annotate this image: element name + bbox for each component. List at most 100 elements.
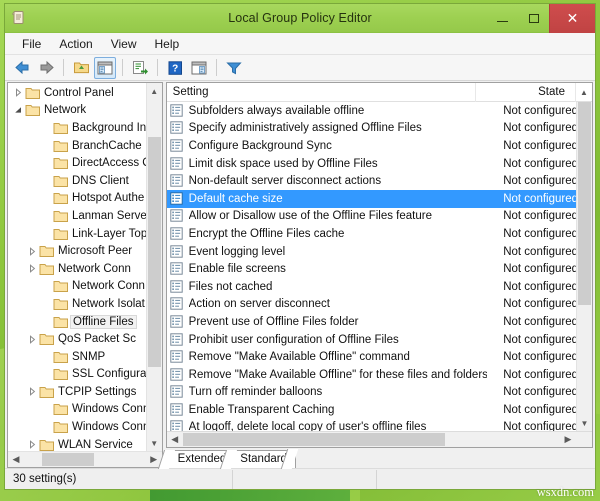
table-row[interactable]: Prohibit user configuration of Offline F… — [167, 331, 592, 349]
tree-node-network-conn[interactable]: Network Conn — [8, 278, 162, 296]
tree-node-microsoft-peer[interactable]: Microsoft Peer — [8, 242, 162, 260]
chevron-right-icon[interactable] — [26, 245, 39, 258]
settings-vertical-scrollbar[interactable]: ▼ — [576, 102, 592, 431]
table-row[interactable]: Event logging level Not configured — [167, 243, 592, 261]
export-list-button[interactable] — [129, 57, 151, 79]
filter-button[interactable] — [223, 57, 245, 79]
settings-hscroll-thumb[interactable] — [182, 433, 445, 446]
table-row[interactable]: Remove "Make Available Offline" command N… — [167, 348, 592, 366]
tree-scroll-left-arrow[interactable]: ◀ — [8, 452, 24, 467]
tree-node-network-conn[interactable]: Network Conn — [8, 260, 162, 278]
tree-expander-spacer — [40, 315, 53, 328]
chevron-right-icon[interactable] — [12, 86, 25, 99]
table-row[interactable]: Configure Background Sync Not configured — [167, 137, 592, 155]
policy-setting-icon — [169, 156, 184, 171]
policy-setting-icon — [169, 262, 184, 276]
table-row[interactable]: Enable file screens Not configured — [167, 260, 592, 278]
setting-name: Prohibit user configuration of Offline F… — [188, 333, 399, 346]
table-row[interactable]: Allow or Disallow use of the Offline Fil… — [167, 208, 592, 226]
table-row[interactable]: Enable Transparent Caching Not configured — [167, 401, 592, 419]
tree-node-directaccess-c[interactable]: DirectAccess C — [8, 154, 162, 172]
show-hide-console-tree-button[interactable] — [94, 56, 116, 79]
tree-node-dns-client[interactable]: DNS Client — [8, 172, 162, 190]
tree-node-control-panel[interactable]: Control Panel — [8, 84, 162, 102]
column-header-state[interactable]: State — [476, 82, 576, 102]
folder-icon — [39, 385, 55, 399]
table-row[interactable]: Specify administratively assigned Offlin… — [167, 120, 592, 138]
tree-node-qos-packet-sc[interactable]: QoS Packet Sc — [8, 330, 162, 348]
settings-horizontal-scrollbar[interactable]: ◀ ▶ — [166, 431, 592, 447]
maximize-button[interactable] — [518, 4, 549, 33]
table-row[interactable]: Encrypt the Offline Files cache Not confi… — [167, 225, 592, 243]
table-row[interactable]: Subfolders always available offline Not c… — [167, 102, 592, 120]
tree-hscroll-thumb[interactable] — [42, 453, 94, 466]
policy-setting-icon — [169, 315, 184, 329]
up-one-level-button[interactable] — [70, 57, 92, 79]
tree-node-windows-conn[interactable]: Windows Conn — [8, 401, 162, 419]
tree-node-offline-files[interactable]: Offline Files — [8, 313, 162, 331]
tree-node-windows-conn[interactable]: Windows Conn — [8, 418, 162, 436]
table-row[interactable]: Remove "Make Available Offline" for thes… — [167, 366, 592, 384]
toolbar-separator-4 — [216, 59, 217, 76]
tree-node-hotspot-authe[interactable]: Hotspot Authe — [8, 190, 162, 208]
status-bar: 30 setting(s) — [5, 468, 595, 489]
tree-vertical-scrollbar[interactable]: ▲ ▼ — [145, 83, 162, 451]
menu-view[interactable]: View — [102, 34, 146, 54]
tree-node-network[interactable]: Network — [8, 102, 162, 120]
table-row[interactable]: Action on server disconnect Not configure… — [167, 296, 592, 314]
chevron-right-icon[interactable] — [26, 262, 39, 275]
minimize-button[interactable] — [487, 4, 518, 33]
settings-scroll-thumb[interactable] — [578, 102, 591, 305]
chevron-right-icon[interactable] — [26, 438, 39, 451]
tree-node-branchcache[interactable]: BranchCache — [8, 137, 162, 155]
tree-node-snmp[interactable]: SNMP — [8, 348, 162, 366]
close-button[interactable]: ✕ — [549, 4, 595, 33]
tree-node-label: Network — [44, 104, 87, 117]
menu-file[interactable]: File — [13, 34, 50, 54]
table-row[interactable]: At logoff, delete local copy of user's o… — [167, 419, 592, 431]
chevron-down-icon[interactable] — [12, 104, 25, 117]
table-row[interactable]: Limit disk space used by Offline Files No… — [167, 155, 592, 173]
help-button[interactable]: ? — [164, 57, 186, 79]
tree-node-lanman-server[interactable]: Lanman Server — [8, 207, 162, 225]
tree-scroll-down-arrow[interactable]: ▼ — [146, 435, 162, 451]
menu-action[interactable]: Action — [50, 34, 101, 54]
tree-node-label: BranchCache — [72, 139, 142, 152]
tree-horizontal-scrollbar[interactable]: ◀ ▶ — [8, 451, 162, 467]
column-header-setting[interactable]: Setting — [167, 82, 476, 102]
table-row[interactable]: Non-default server disconnect actions Not… — [167, 172, 592, 190]
policy-setting-icon — [169, 104, 184, 118]
chevron-right-icon[interactable] — [26, 333, 39, 346]
show-hide-action-pane-button[interactable] — [188, 57, 210, 79]
table-row[interactable]: Prevent use of Offline Files folder Not c… — [167, 313, 592, 331]
table-row[interactable]: Default cache size Not configured — [166, 189, 592, 208]
settings-scroll-left-arrow[interactable]: ◀ — [167, 432, 183, 447]
tree-expander-spacer — [40, 139, 53, 152]
tree-node-background-in[interactable]: Background In — [8, 119, 162, 137]
menu-help[interactable]: Help — [146, 34, 189, 54]
title-bar[interactable]: Local Group Policy Editor ✕ — [5, 4, 595, 33]
folder-icon — [39, 438, 55, 451]
policy-setting-icon — [169, 350, 184, 364]
tree-node-network-isolat[interactable]: Network Isolat — [8, 295, 162, 313]
tree-node-wlan-service[interactable]: WLAN Service — [8, 436, 162, 451]
table-row[interactable]: Turn off reminder balloons Not configured — [167, 384, 592, 402]
forward-button[interactable] — [35, 57, 57, 79]
chevron-right-icon[interactable] — [26, 385, 39, 398]
setting-name: Turn off reminder balloons — [188, 386, 323, 399]
tree-node-ssl-configurat[interactable]: SSL Configurat — [8, 366, 162, 384]
settings-scroll-right-arrow[interactable]: ▶ — [560, 432, 576, 447]
settings-list-header: Setting State ▲ — [166, 82, 592, 102]
toolbar-separator-1 — [63, 59, 64, 76]
tree-scroll-up-arrow[interactable]: ▲ — [146, 83, 162, 99]
tree-node-link-layer-top[interactable]: Link-Layer Top — [8, 225, 162, 243]
tree-scroll-thumb[interactable] — [147, 137, 161, 367]
tree-node-tcpip-settings[interactable]: TCPIP Settings — [8, 383, 162, 401]
settings-scroll-down-arrow[interactable]: ▼ — [577, 415, 592, 431]
tree-expander-spacer — [40, 192, 53, 205]
back-button[interactable] — [11, 57, 33, 79]
folder-icon — [53, 315, 69, 329]
table-row[interactable]: Files not cached Not configured — [167, 278, 592, 296]
list-scroll-up-arrow[interactable]: ▲ — [576, 88, 592, 97]
folder-icon — [39, 244, 55, 258]
